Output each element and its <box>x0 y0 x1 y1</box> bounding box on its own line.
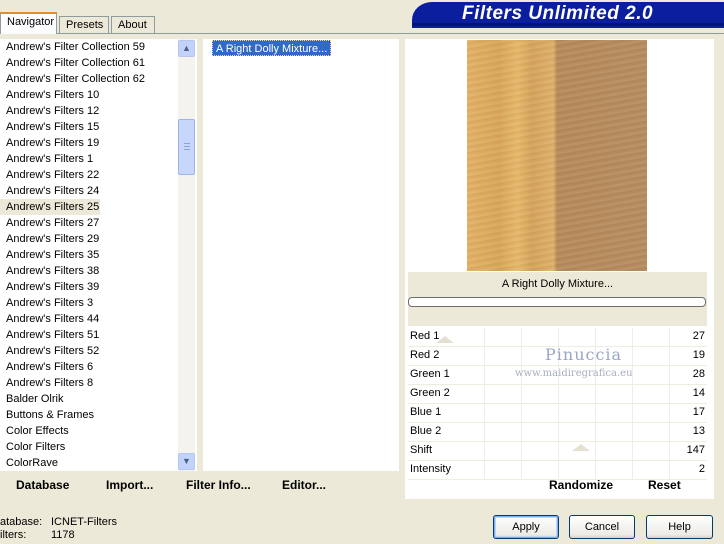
banner-underline <box>412 26 724 28</box>
slider-value: 17 <box>692 406 705 418</box>
filters-count-value: 1178 <box>51 529 75 541</box>
category-item[interactable]: Andrew's Filters 39 <box>0 279 178 295</box>
progress-bar <box>408 297 706 307</box>
category-item[interactable]: Andrew's Filters 38 <box>0 263 178 279</box>
slider-ticks <box>484 385 674 403</box>
slider-ticks <box>484 404 674 422</box>
randomize-button[interactable]: Randomize <box>549 478 613 492</box>
filter-item-selected[interactable]: A Right Dolly Mixture... <box>212 40 332 56</box>
slider-ticks <box>484 461 674 479</box>
filter-info-button[interactable]: Filter Info... <box>186 478 251 492</box>
category-list: Andrew's Filter Collection 59 Andrew's F… <box>0 39 178 471</box>
slider-label: Red 1 <box>410 330 440 342</box>
slider-label: Red 2 <box>410 349 440 361</box>
slider-label: Intensity <box>410 463 451 475</box>
app-title: Filters Unlimited 2.0 <box>462 3 654 24</box>
category-item[interactable]: Andrew's Filter Collection 61 <box>0 55 178 71</box>
help-button[interactable]: Help <box>646 515 713 539</box>
preview-texture <box>467 40 647 271</box>
category-item[interactable]: ColorRave <box>0 455 178 471</box>
category-item[interactable]: Andrew's Filters 19 <box>0 135 178 151</box>
cancel-button[interactable]: Cancel <box>569 515 635 539</box>
slider-value: 27 <box>692 330 705 342</box>
category-item[interactable]: Color Filters <box>0 439 178 455</box>
preview-filter-name: A Right Dolly Mixture... <box>501 278 614 290</box>
category-item[interactable]: Balder Olrik <box>0 391 178 407</box>
slider-value: 2 <box>698 463 705 475</box>
slider-value: 13 <box>692 425 705 437</box>
category-item[interactable]: Andrew's Filter Collection 62 <box>0 71 178 87</box>
slider-value: 19 <box>692 349 705 361</box>
filters-count-label: ilters: <box>0 529 27 541</box>
slider-row[interactable]: Blue 2 13 <box>408 423 707 442</box>
tab-about[interactable]: About <box>111 16 155 33</box>
grip-line <box>184 146 190 147</box>
category-item[interactable]: Andrew's Filters 6 <box>0 359 178 375</box>
slider-label: Green 1 <box>410 368 450 380</box>
category-item[interactable]: Andrew's Filters 12 <box>0 103 178 119</box>
slider-label: Blue 2 <box>410 425 442 437</box>
category-item[interactable]: Andrew's Filters 51 <box>0 327 178 343</box>
category-list-panel: Andrew's Filter Collection 59 Andrew's F… <box>0 39 197 471</box>
preview-image <box>467 40 647 271</box>
scroll-up-button[interactable]: ▲ <box>178 40 195 57</box>
category-item[interactable]: Andrew's Filters 8 <box>0 375 178 391</box>
watermark-site: www.maidiregrafica.eu <box>515 368 633 379</box>
category-item[interactable]: Andrew's Filters 35 <box>0 247 178 263</box>
category-item[interactable]: Andrew's Filters 29 <box>0 231 178 247</box>
category-item[interactable]: Andrew's Filters 15 <box>0 119 178 135</box>
watermark-name: Pinuccia <box>545 345 623 364</box>
category-item-selected[interactable]: Andrew's Filters 25 <box>0 199 100 215</box>
category-item[interactable]: Andrew's Filters 52 <box>0 343 178 359</box>
category-item[interactable]: Andrew's Filter Collection 59 <box>0 39 178 55</box>
chevron-down-icon: ▼ <box>182 456 191 466</box>
tab-navigator[interactable]: Navigator <box>0 12 57 34</box>
database-button[interactable]: Database <box>16 478 69 492</box>
grip-line <box>184 149 190 150</box>
category-item[interactable]: Buttons & Frames <box>0 407 178 423</box>
slider-row[interactable]: Green 2 14 <box>408 385 707 404</box>
chevron-up-icon: ▲ <box>182 43 191 53</box>
category-item[interactable]: Andrew's Filters 22 <box>0 167 178 183</box>
category-item[interactable]: Color Effects <box>0 423 178 439</box>
category-item[interactable]: Andrew's Filters 10 <box>0 87 178 103</box>
slider-row[interactable]: Blue 1 17 <box>408 404 707 423</box>
database-value: ICNET-Filters <box>51 516 117 528</box>
filter-list-panel: A Right Dolly Mixture... <box>203 39 399 471</box>
slider-row[interactable]: Shift 147 <box>408 442 707 461</box>
grip-line <box>184 143 190 144</box>
slider-thumb-marker[interactable] <box>436 336 454 343</box>
category-item[interactable]: Andrew's Filters 44 <box>0 311 178 327</box>
category-item[interactable]: Andrew's Filters 24 <box>0 183 178 199</box>
scroll-down-button[interactable]: ▼ <box>178 453 195 470</box>
apply-button[interactable]: Apply <box>493 515 559 539</box>
slider-label: Blue 1 <box>410 406 442 418</box>
category-item[interactable]: Andrew's Filters 1 <box>0 151 178 167</box>
import-button[interactable]: Import... <box>106 478 153 492</box>
slider-value: 147 <box>686 444 705 456</box>
slider-label: Shift <box>410 444 433 456</box>
category-scrollbar[interactable]: ▲ ▼ <box>178 39 195 471</box>
tab-divider <box>0 33 724 34</box>
slider-ticks <box>484 423 674 441</box>
slider-label: Green 2 <box>410 387 450 399</box>
slider-ticks <box>484 328 674 346</box>
reset-button[interactable]: Reset <box>648 478 681 492</box>
slider-thumb-marker[interactable] <box>572 444 590 451</box>
editor-button[interactable]: Editor... <box>282 478 326 492</box>
category-item[interactable]: Andrew's Filters 3 <box>0 295 178 311</box>
category-item[interactable]: Andrew's Filters 27 <box>0 215 178 231</box>
database-label: atabase: <box>0 516 43 528</box>
slider-value: 28 <box>692 368 705 380</box>
slider-value: 14 <box>692 387 705 399</box>
scroll-thumb[interactable] <box>178 119 195 175</box>
tab-presets[interactable]: Presets <box>59 16 109 33</box>
